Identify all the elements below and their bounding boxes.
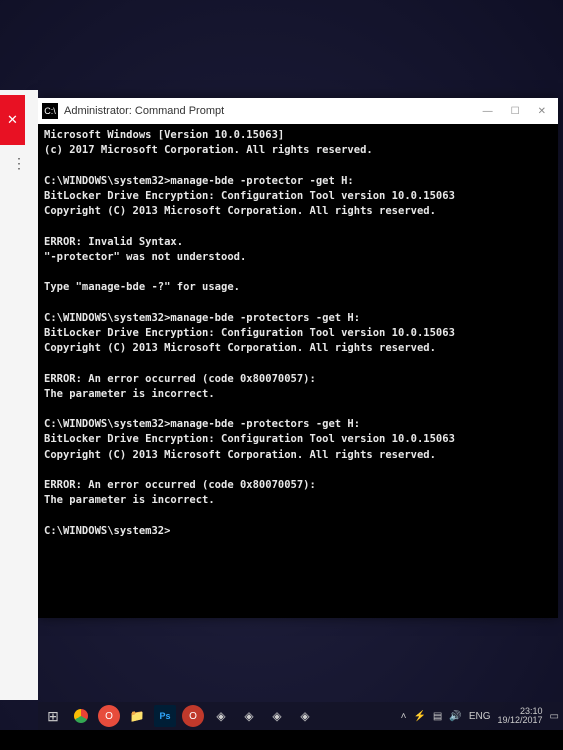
language-indicator[interactable]: ENG — [469, 711, 491, 722]
terminal-line: C:\WINDOWS\system32>manage-bde -protecto… — [44, 311, 552, 326]
terminal-line — [44, 356, 552, 371]
system-tray: ˄ ⚡ ▤ 🔊 ENG 23:10 19/12/2017 ▭ — [401, 707, 559, 726]
window-titlebar[interactable]: C:\ Administrator: Command Prompt — ☐ ✕ — [38, 98, 558, 124]
app-taskbar-icon[interactable]: ◈ — [294, 705, 316, 727]
terminal-line: Microsoft Windows [Version 10.0.15063] — [44, 128, 552, 143]
more-menu-button[interactable]: ⋮ — [12, 155, 27, 172]
terminal-line: BitLocker Drive Encryption: Configuratio… — [44, 326, 552, 341]
terminal-line: The parameter is incorrect. — [44, 493, 552, 508]
start-button[interactable]: ⊞ — [42, 705, 64, 727]
browser-left-strip — [0, 90, 38, 700]
chrome-taskbar-icon[interactable] — [70, 705, 92, 727]
terminal-line: ERROR: An error occurred (code 0x8007005… — [44, 478, 552, 493]
vertical-dots-icon: ⋮ — [12, 155, 27, 171]
notifications-icon[interactable]: ▭ — [550, 711, 559, 722]
terminal-line — [44, 508, 552, 523]
terminal-line — [44, 265, 552, 280]
network-icon[interactable]: ▤ — [433, 711, 442, 722]
maximize-button[interactable]: ☐ — [511, 106, 520, 117]
terminal-line: C:\WINDOWS\system32> — [44, 524, 552, 539]
tray-overflow-icon[interactable]: ˄ — [401, 711, 407, 722]
opera2-taskbar-icon[interactable]: O — [182, 705, 204, 727]
terminal-output[interactable]: Microsoft Windows [Version 10.0.15063](c… — [38, 124, 558, 618]
terminal-line: The parameter is incorrect. — [44, 387, 552, 402]
terminal-line: BitLocker Drive Encryption: Configuratio… — [44, 432, 552, 447]
terminal-line — [44, 295, 552, 310]
app-taskbar-icon[interactable]: ◈ — [238, 705, 260, 727]
app-taskbar-icon[interactable]: ◈ — [210, 705, 232, 727]
photoshop-taskbar-icon[interactable]: Ps — [154, 705, 176, 727]
terminal-line — [44, 219, 552, 234]
terminal-line: BitLocker Drive Encryption: Configuratio… — [44, 189, 552, 204]
volume-icon[interactable]: 🔊 — [449, 711, 461, 722]
minimize-button[interactable]: — — [483, 106, 493, 117]
cmd-icon: C:\ — [42, 103, 58, 119]
terminal-line: (c) 2017 Microsoft Corporation. All righ… — [44, 143, 552, 158]
terminal-line: "-protector" was not understood. — [44, 250, 552, 265]
terminal-line — [44, 158, 552, 173]
terminal-line — [44, 463, 552, 478]
close-window-button[interactable]: ✕ — [538, 106, 546, 117]
close-tab-button[interactable]: ✕ — [0, 95, 25, 145]
terminal-line: ERROR: An error occurred (code 0x8007005… — [44, 372, 552, 387]
terminal-line: Copyright (C) 2013 Microsoft Corporation… — [44, 204, 552, 219]
battery-icon[interactable]: ⚡ — [413, 711, 425, 722]
app-taskbar-icon[interactable]: ◈ — [266, 705, 288, 727]
terminal-line: Copyright (C) 2013 Microsoft Corporation… — [44, 448, 552, 463]
terminal-line: Type "manage-bde -?" for usage. — [44, 280, 552, 295]
terminal-line — [44, 402, 552, 417]
laptop-bezel — [0, 730, 563, 750]
command-prompt-window: C:\ Administrator: Command Prompt — ☐ ✕ … — [38, 98, 558, 618]
clock-date: 19/12/2017 — [498, 716, 543, 725]
opera-taskbar-icon[interactable]: O — [98, 705, 120, 727]
terminal-line: Copyright (C) 2013 Microsoft Corporation… — [44, 341, 552, 356]
window-title: Administrator: Command Prompt — [64, 105, 224, 117]
close-icon: ✕ — [7, 112, 18, 128]
taskbar: ⊞ O 📁 Ps O ◈ ◈ ◈ ◈ ˄ ⚡ ▤ 🔊 ENG 23:10 19/… — [38, 702, 563, 730]
terminal-line: ERROR: Invalid Syntax. — [44, 235, 552, 250]
file-explorer-taskbar-icon[interactable]: 📁 — [126, 705, 148, 727]
terminal-line: C:\WINDOWS\system32>manage-bde -protecto… — [44, 417, 552, 432]
clock[interactable]: 23:10 19/12/2017 — [498, 707, 543, 726]
terminal-line: C:\WINDOWS\system32>manage-bde -protecto… — [44, 174, 552, 189]
